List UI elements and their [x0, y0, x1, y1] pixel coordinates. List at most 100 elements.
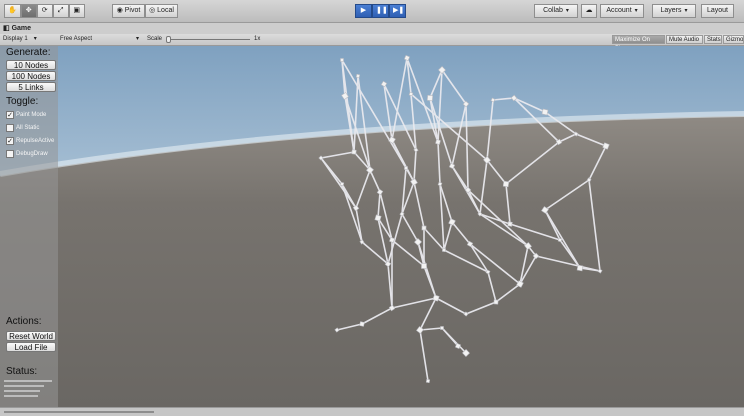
rect-tool-icon[interactable]: ▣	[68, 4, 85, 18]
layers-label: Layers	[660, 7, 682, 14]
transform-tools: ✋ ✥ ⟳ ⤢ ▣	[4, 4, 85, 18]
scale-slider-handle[interactable]	[166, 36, 171, 43]
main-toolbar: ✋ ✥ ⟳ ⤢ ▣ ◉ Pivot ◎ Local ▶ ❚❚ ▶❚ Collab…	[0, 0, 744, 23]
display-label: Display 1	[3, 36, 28, 42]
mute-audio-toggle[interactable]: Mute Audio	[666, 35, 703, 44]
graph-node[interactable]	[389, 237, 395, 243]
left-control-panel: Generate: 10 Nodes 100 Nodes 5 Links Tog…	[0, 46, 58, 407]
chevron-down-icon: ▾	[684, 8, 688, 14]
toggle-label: RepulseActive	[16, 138, 55, 144]
gizmos-dropdown[interactable]: Gizmos	[723, 35, 744, 44]
generate-100-nodes-button[interactable]: 100 Nodes	[6, 71, 56, 81]
graph-node[interactable]	[339, 181, 345, 187]
tab-game[interactable]: ◧ Game	[3, 23, 31, 34]
graph-node[interactable]	[340, 58, 344, 62]
cloud-icon[interactable]: ☁	[581, 4, 597, 18]
chevron-down-icon: ▾	[634, 8, 638, 14]
toggle-heading: Toggle:	[6, 96, 39, 107]
graph-node[interactable]	[442, 248, 446, 252]
account-label: Account	[606, 7, 632, 14]
collab-button[interactable]: Collab ▾	[534, 4, 578, 18]
status-line	[4, 385, 44, 387]
checkbox[interactable]	[6, 150, 14, 158]
chevron-down-icon: ▾	[136, 36, 140, 42]
graph-node[interactable]	[435, 139, 441, 145]
actions-heading: Actions:	[6, 316, 42, 327]
game-tab-icon: ◧	[3, 25, 12, 32]
graph-node[interactable]	[425, 378, 431, 384]
aspect-label: Free Aspect	[60, 36, 93, 42]
graph-node[interactable]	[404, 166, 408, 170]
graph-node[interactable]	[557, 237, 563, 243]
stats-toggle[interactable]: Stats	[704, 35, 722, 44]
toggle-label: DebugDraw	[16, 151, 48, 157]
chevron-down-icon: ▾	[565, 8, 569, 14]
scale-value: 1x	[254, 36, 261, 42]
aspect-dropdown[interactable]: Free Aspect ▾	[60, 34, 140, 45]
status-line	[4, 395, 38, 397]
load-file-button[interactable]: Load File	[6, 342, 56, 352]
local-button[interactable]: ◎ Local	[145, 4, 178, 18]
layers-dropdown[interactable]: Layers ▾	[652, 4, 696, 18]
account-dropdown[interactable]: Account ▾	[600, 4, 644, 18]
graph-node[interactable]	[421, 225, 427, 231]
status-line	[4, 380, 52, 382]
graph-node[interactable]	[359, 321, 365, 327]
chevron-down-icon: ▾	[33, 36, 37, 42]
rotate-tool-icon[interactable]: ⟳	[36, 4, 53, 18]
right-toolbar: Collab ▾ ☁ Account ▾ Layers ▾ Layout	[534, 4, 734, 18]
pivot-toggles: ◉ Pivot ◎ Local	[112, 4, 178, 18]
graph-node[interactable]	[408, 91, 414, 97]
checkbox[interactable]: ✓	[6, 137, 14, 145]
graph-node[interactable]	[437, 181, 443, 187]
hand-tool-icon[interactable]: ✋	[4, 4, 21, 18]
reset-world-button[interactable]: Reset World	[6, 331, 56, 341]
checkbox[interactable]: ✓	[6, 111, 14, 119]
graph-node[interactable]	[493, 299, 499, 305]
pivot-icon: ◉	[116, 7, 125, 14]
graph-node[interactable]	[421, 263, 427, 269]
game-view-bar: Display 1 ▾ Free Aspect ▾ Scale 1x Maximiz…	[0, 34, 744, 52]
toggle-all-static[interactable]: All Static	[6, 123, 39, 133]
step-button[interactable]: ▶❚	[389, 4, 406, 18]
graph-node[interactable]	[351, 149, 357, 155]
status-line	[4, 390, 40, 392]
generate-heading: Generate:	[6, 47, 51, 58]
display-dropdown[interactable]: Display 1 ▾	[3, 34, 53, 45]
status-heading: Status:	[6, 366, 38, 377]
play-button[interactable]: ▶	[355, 4, 372, 18]
layout-dropdown[interactable]: Layout	[701, 4, 734, 18]
graph-node[interactable]	[440, 326, 444, 330]
local-label: Local	[157, 7, 174, 14]
pivot-button[interactable]: ◉ Pivot	[112, 4, 145, 18]
game-viewport[interactable]	[0, 46, 744, 407]
toggle-repulse-active[interactable]: ✓ RepulseActive	[6, 136, 54, 146]
maximize-on-play-toggle[interactable]: Maximize On Play	[612, 35, 665, 52]
graph-node[interactable]	[576, 264, 584, 272]
local-icon: ◎	[149, 7, 158, 14]
graph-node[interactable]	[374, 214, 382, 222]
generate-5-links-button[interactable]: 5 Links	[6, 82, 56, 92]
collab-label: Collab	[543, 7, 563, 14]
pause-button[interactable]: ❚❚	[372, 4, 389, 18]
game-tab-label: Game	[11, 25, 32, 32]
layout-label: Layout	[706, 7, 729, 14]
generate-10-nodes-button[interactable]: 10 Nodes	[6, 60, 56, 70]
graph-node[interactable]	[541, 108, 549, 116]
status-message	[4, 411, 154, 413]
checkbox[interactable]	[6, 124, 14, 132]
graph-node[interactable]	[507, 221, 513, 227]
node-graph	[0, 46, 744, 407]
pivot-label: Pivot	[124, 7, 141, 14]
graph-node[interactable]	[355, 73, 361, 79]
scale-tool-icon[interactable]: ⤢	[52, 4, 69, 18]
scale-slider[interactable]	[168, 39, 250, 40]
graph-node[interactable]	[502, 180, 510, 188]
playback-controls: ▶ ❚❚ ▶❚	[355, 4, 406, 18]
move-tool-icon[interactable]: ✥	[20, 4, 37, 18]
toggle-debug-draw[interactable]: DebugDraw	[6, 149, 48, 159]
window-tab-row: ◧ Game	[0, 23, 744, 34]
toggle-label: All Static	[16, 125, 40, 131]
toggle-paint-mode[interactable]: ✓ Paint Mode	[6, 110, 46, 120]
graph-node[interactable]	[427, 95, 433, 101]
